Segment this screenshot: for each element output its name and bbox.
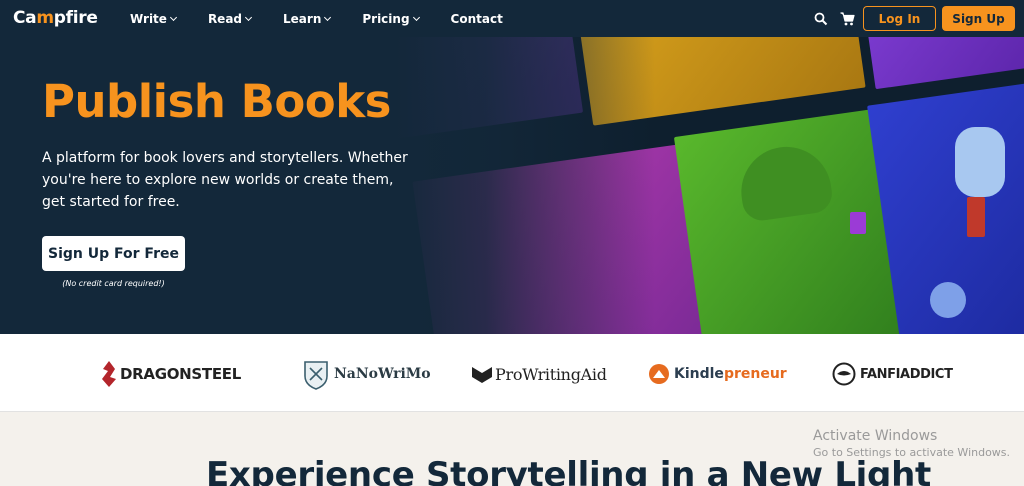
partner-logos: DRAGONSTEEL NaNoWriMo ProWritingAid Kind… [0, 334, 1024, 412]
hero-subtitle: A platform for book lovers and storytell… [42, 150, 408, 210]
fanfiaddict-icon [832, 362, 856, 386]
experience-section: Experience Storytelling in a New Light A… [0, 412, 1024, 486]
menu-pricing[interactable]: Pricing [362, 12, 420, 26]
partner-nanowrimo[interactable]: NaNoWriMo [302, 358, 431, 390]
partner-kindlepreneur[interactable]: Kindle preneur [648, 358, 787, 390]
partner-dragonsteel[interactable]: DRAGONSTEEL [100, 358, 241, 390]
hero-title: Publish Books [42, 75, 391, 128]
menu-read[interactable]: Read [208, 12, 253, 26]
hero-section: Publish Books A platform for book lovers… [0, 37, 1024, 334]
prowritingaid-icon [472, 367, 492, 383]
chevron-down-icon [169, 13, 177, 21]
chevron-down-icon [412, 13, 420, 21]
campfire-logo[interactable]: Campfire [13, 8, 98, 28]
menu-contact[interactable]: Contact [451, 12, 503, 26]
signup-free-button[interactable]: Sign Up For Free [42, 236, 185, 271]
hero-gradient-overlay [395, 37, 655, 334]
login-button[interactable]: Log In [863, 6, 936, 31]
search-icon[interactable] [814, 11, 828, 30]
partner-fanfiaddict[interactable]: FANFIADDICT [832, 358, 953, 390]
signup-button[interactable]: Sign Up [942, 6, 1015, 31]
partner-prowritingaid[interactable]: ProWritingAid [472, 358, 607, 390]
top-nav: Campfire Write Read Learn Pricing Contac… [0, 0, 1024, 37]
no-credit-card-note: (No credit card required!) [62, 279, 165, 288]
kindlepreneur-icon [649, 364, 669, 384]
cart-icon[interactable] [840, 11, 855, 30]
section-heading: Experience Storytelling in a New Light [206, 455, 931, 486]
activate-windows-subtitle: Go to Settings to activate Windows. [813, 446, 1011, 459]
menu-write[interactable]: Write [130, 12, 177, 26]
menu-learn[interactable]: Learn [283, 12, 332, 26]
dragonsteel-icon [102, 361, 116, 387]
chevron-down-icon [244, 13, 253, 21]
chevron-down-icon [324, 13, 332, 21]
main-menu: Write Read Learn Pricing Contact [130, 0, 535, 37]
activate-windows-title: Activate Windows [813, 428, 938, 444]
nanowrimo-crest-icon [304, 361, 328, 390]
